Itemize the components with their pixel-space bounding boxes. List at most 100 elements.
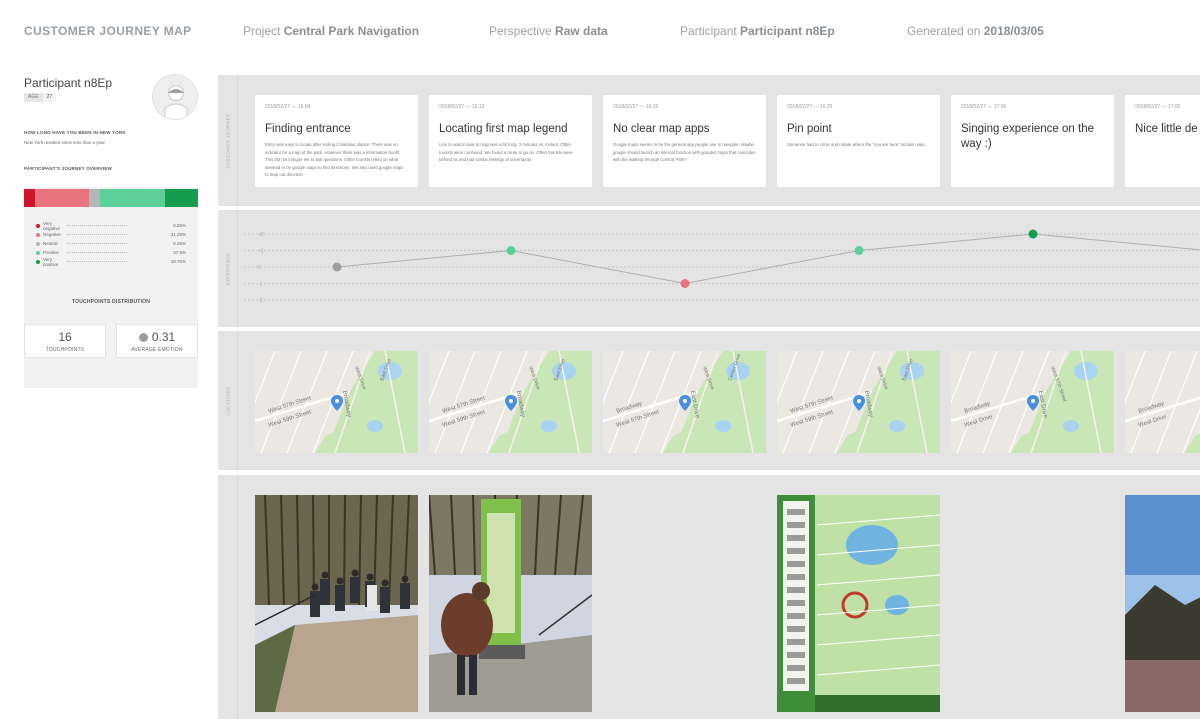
- touchpoint-card[interactable]: 2018/02/27 — 16:13 Locating first map leg…: [429, 95, 592, 187]
- experience-point[interactable]: [854, 246, 864, 255]
- photo-map-pond: [885, 595, 909, 615]
- location-map[interactable]: West 57th Street West 59th Street Broadway…: [777, 351, 940, 453]
- legend-leader-line: [67, 252, 127, 253]
- emotion-stat: 0.31 AVERAGE EMOTION: [116, 324, 198, 358]
- participant-value: Participant n8Ep: [740, 24, 835, 38]
- avatar: [152, 74, 198, 120]
- project-info: Project Central Park Navigation: [243, 24, 419, 38]
- card-title: Locating first map legend: [439, 123, 568, 135]
- location-map[interactable]: Broadway West Drive East Drive West 57th St…: [951, 351, 1114, 453]
- experience-axis-label: +2: [258, 232, 264, 238]
- distribution-bar: [24, 189, 198, 207]
- legend-label: Very positive: [43, 256, 59, 267]
- map-canvas: West 57th StreetWest 59th StreetBroadway…: [255, 351, 418, 453]
- project-label: Project: [243, 24, 281, 38]
- photo-legend-line: [787, 587, 805, 593]
- photo-person-body: [400, 583, 410, 609]
- age-label: AGE: [24, 93, 43, 102]
- photo-person-body: [335, 585, 345, 611]
- photo-legend-line: [787, 509, 805, 515]
- photo-person-head: [351, 569, 359, 577]
- photo-person-head: [381, 579, 389, 587]
- photo-legend-line: [787, 561, 805, 567]
- perspective-info: Perspective Raw data: [489, 24, 608, 38]
- photo-legend-line: [787, 665, 805, 671]
- photo-ground: [1125, 660, 1200, 712]
- touchpoint-card[interactable]: 2018/02/27 — 16:04 Finding entrance Entry …: [255, 95, 418, 187]
- card-timestamp: 2018/02/27 — 16:22: [613, 104, 659, 110]
- card-title: Singing experience on the way :): [961, 123, 1094, 150]
- map-pin-dot: [335, 399, 339, 403]
- experience-row: EXPERIENCE +2 +1 0 -1 -2: [218, 210, 1200, 327]
- legend-dot-icon: [36, 241, 40, 246]
- card-description: Someone had to circle and notate where t…: [787, 142, 926, 147]
- map-canvas: BroadwayWest DriveEast DriveWest 57th St…: [951, 351, 1114, 453]
- location-map[interactable]: West 57th Street West 59th Street Broadway…: [429, 351, 592, 453]
- photo-person-head: [311, 583, 319, 591]
- legend-percentage: 6.25%: [173, 223, 186, 228]
- legend-label: Positive: [43, 250, 59, 255]
- emotion-indicator-icon: [138, 332, 148, 342]
- participant-info: Participant Participant n8Ep: [680, 24, 835, 38]
- photo-legend-line: [787, 613, 805, 619]
- app-title: CUSTOMER JOURNEY MAP: [24, 24, 192, 38]
- photo-person-leg: [457, 655, 465, 695]
- map-canvas: BroadwayWest 57th StreetEast DriveWest D…: [603, 351, 766, 453]
- photo-map-legend: [783, 501, 809, 691]
- photo-legend-line: [787, 639, 805, 645]
- touchpoint-card[interactable]: 2018/02/27 — 16:22 No clear map apps Googl…: [603, 95, 766, 187]
- card-timestamp: 2018/02/27 — 17:00: [961, 104, 1007, 110]
- legend-leader-line: [67, 243, 127, 244]
- photo-person-body: [310, 591, 320, 617]
- card-description: Entry was easy to locate after exiting C…: [265, 142, 404, 177]
- photos-row: [218, 475, 1200, 719]
- legend-leader-line: [67, 234, 127, 235]
- touchpoint-card[interactable]: 2018/02/27 — 16:25 Pin point Someone had t…: [777, 95, 940, 187]
- photo-person-leg: [469, 655, 477, 695]
- experience-point[interactable]: [1028, 229, 1038, 239]
- touchpoint-photo[interactable]: [777, 495, 940, 712]
- distribution-segment: [165, 189, 198, 207]
- card-title: No clear map apps: [613, 123, 710, 135]
- map-canvas: West 57th StreetWest 59th StreetBroadway…: [777, 351, 940, 453]
- distribution-segment: [100, 189, 166, 207]
- photo-person-body: [380, 587, 390, 613]
- photo-sky: [1125, 495, 1200, 712]
- legend-label: Neutral: [43, 241, 58, 246]
- legend-percentage: 37.5%: [173, 250, 186, 255]
- locations-row: LOCATIONS West 57th Street West 59th Stre…: [218, 331, 1200, 470]
- map-water: [889, 420, 905, 432]
- card-title: Pin point: [787, 123, 832, 135]
- photo-kiosk-base: [479, 645, 525, 659]
- perspective-label: Perspective: [489, 24, 552, 38]
- card-timestamp: 2018/02/27 — 16:04: [265, 104, 311, 110]
- photo-crowd: [255, 495, 418, 712]
- touchpoint-photo[interactable]: [255, 495, 418, 712]
- photo-legend-line: [787, 574, 805, 580]
- experience-point[interactable]: [680, 279, 690, 288]
- photo-legend-line: [787, 600, 805, 606]
- touchpoint-card[interactable]: 2018/02/27 — 17:00 Singing experience on …: [951, 95, 1114, 187]
- map-pin-dot: [857, 399, 861, 403]
- card-description: Line to wait to look at map was a bit lo…: [439, 142, 573, 162]
- location-map[interactable]: West 57th Street West 59th Street Broadway…: [255, 351, 418, 453]
- map-pin-dot: [683, 399, 687, 403]
- touchpoint-photo[interactable]: [429, 495, 592, 712]
- photo-legend-line: [787, 678, 805, 684]
- location-map[interactable]: Broadway West Drive: [1125, 351, 1200, 453]
- generated-value: 2018/03/05: [983, 24, 1044, 38]
- experience-point[interactable]: [506, 246, 516, 255]
- legend-label: Negative: [43, 232, 61, 237]
- photo-legend-line: [787, 548, 805, 554]
- question-answer: New York resident since less than a year: [24, 140, 106, 145]
- experience-point[interactable]: [332, 262, 342, 272]
- emotion-label: AVERAGE EMOTION: [131, 347, 183, 353]
- photo-legend-line: [787, 626, 805, 632]
- distribution-title: TOUCHPOINTS DISTRIBUTION: [71, 299, 151, 305]
- map-canvas: BroadwayWest Drive: [1125, 351, 1200, 453]
- touchpoint-photo[interactable]: [1125, 495, 1200, 712]
- touchpoint-card[interactable]: 2018/02/27 — 17:05 Nice little de: [1125, 95, 1200, 187]
- location-map[interactable]: Broadway West 57th Street East Drive West D…: [603, 351, 766, 453]
- legend-dot-icon: [36, 223, 40, 228]
- row-label-photos: [218, 475, 238, 719]
